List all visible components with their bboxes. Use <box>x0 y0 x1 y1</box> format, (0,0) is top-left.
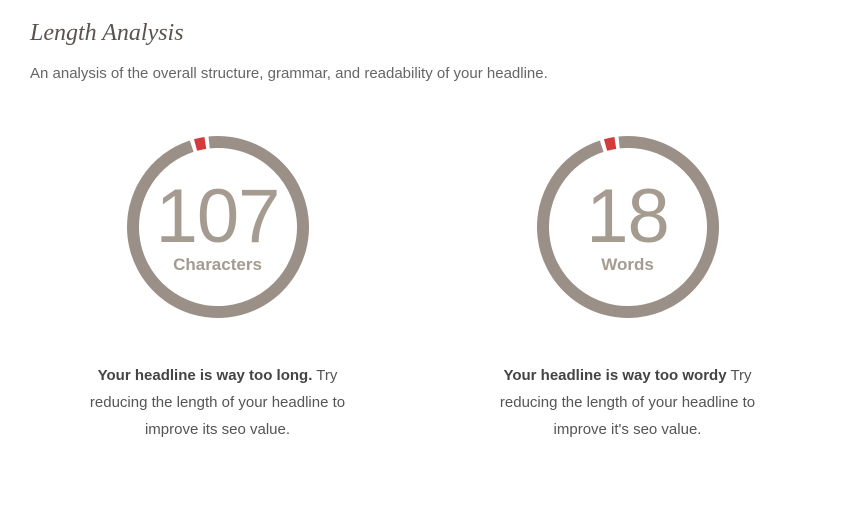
gauge-inner: 107 Characters <box>123 132 313 322</box>
gauge-characters: 107 Characters Your headline is way too … <box>63 132 373 443</box>
gauge-label: Characters <box>173 255 262 275</box>
gauge-words: 18 Words Your headline is way too wordy … <box>473 132 783 443</box>
gauge-feedback: Your headline is way too wordy Try reduc… <box>473 362 783 443</box>
gauge-inner: 18 Words <box>533 132 723 322</box>
gauges-container: 107 Characters Your headline is way too … <box>30 132 815 443</box>
feedback-bold: Your headline is way too long. <box>98 367 313 384</box>
gauge-label: Words <box>601 255 654 275</box>
gauge-ring: 18 Words <box>533 132 723 322</box>
feedback-bold: Your headline is way too wordy <box>503 367 726 384</box>
section-title: Length Analysis <box>30 20 815 47</box>
gauge-ring: 107 Characters <box>123 132 313 322</box>
gauge-value: 107 <box>156 179 280 255</box>
section-description: An analysis of the overall structure, gr… <box>30 65 815 82</box>
gauge-value: 18 <box>586 179 669 255</box>
gauge-feedback: Your headline is way too long. Try reduc… <box>63 362 373 443</box>
